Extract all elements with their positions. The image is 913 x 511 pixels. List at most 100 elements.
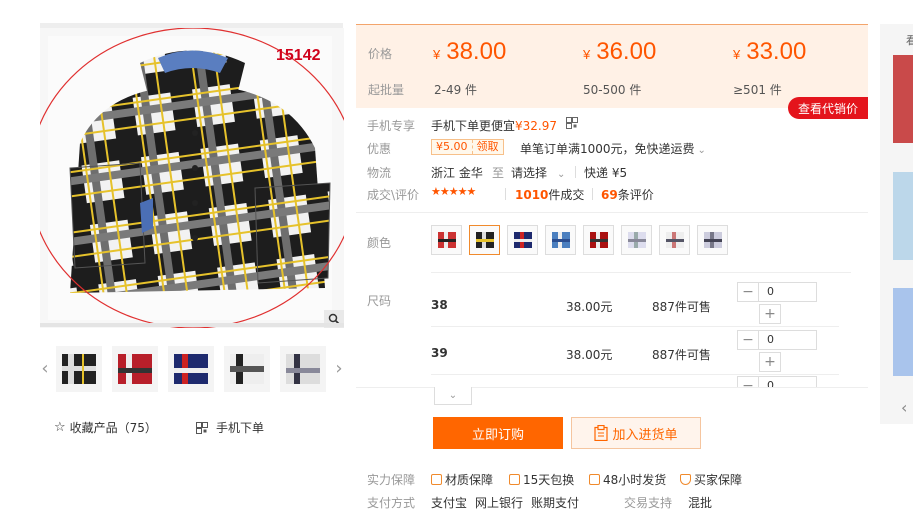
color-swatch-selected[interactable] xyxy=(469,225,500,255)
guarantee-label: 实力保障 xyxy=(367,473,416,487)
color-swatch[interactable] xyxy=(545,225,576,255)
chevron-down-icon: ⌄ xyxy=(697,145,706,156)
exchange-icon xyxy=(509,474,520,485)
size-stock: 887件可售 xyxy=(652,300,711,314)
express-fee: 快递 ¥5 xyxy=(584,166,628,180)
decrement-button[interactable]: − xyxy=(737,330,759,350)
guarantee-buyer: 买家保障 xyxy=(680,471,742,488)
color-swatch[interactable] xyxy=(431,225,462,255)
order-now-button[interactable]: 立即订购 xyxy=(433,417,563,449)
ship-to-word: 至 xyxy=(492,166,505,180)
product-code: 15142 xyxy=(276,47,321,64)
mobile-order-label: 手机下单 xyxy=(216,421,265,435)
side-panel-title: 看 xyxy=(906,34,913,47)
add-to-cart-label: 加入进货单 xyxy=(612,427,678,443)
coupon-get-button[interactable]: 领取 xyxy=(471,140,503,154)
mobile-exclusive-text: 手机下单更便宜¥32.97 xyxy=(431,119,558,133)
tier-price-3: ¥33.00 xyxy=(733,38,807,65)
divider xyxy=(356,212,868,213)
related-product-thumb[interactable] xyxy=(893,288,913,376)
favorite-label: 收藏产品（75） xyxy=(69,421,157,435)
thumbnail-strip xyxy=(56,346,326,392)
promo-text[interactable]: 单笔订单满1000元，免快递运费 ⌄ xyxy=(520,140,706,157)
divider xyxy=(356,387,868,388)
tier-price-2: ¥36.00 xyxy=(583,38,657,65)
price-box: 价格 起批量 ¥38.00 2-49 件 ¥36.00 50-500 件 ¥33… xyxy=(356,24,868,108)
thumbnail-4[interactable] xyxy=(224,346,270,392)
payment-method: 账期支付 xyxy=(531,496,580,510)
size-row: 39 38.00元 887件可售 − 0 + xyxy=(431,330,851,378)
favorite-product-link[interactable]: ☆ 收藏产品（75） xyxy=(54,419,157,436)
decrement-button[interactable]: − xyxy=(737,376,759,387)
rating-stars: ★★★★★ xyxy=(431,185,476,198)
mobile-exclusive-label: 手机专享 xyxy=(367,119,416,133)
size-stock: 887件可售 xyxy=(652,348,711,362)
material-icon xyxy=(431,474,442,485)
color-swatch[interactable] xyxy=(621,225,652,255)
review-count[interactable]: 69条评价 xyxy=(601,186,654,203)
qr-code-icon xyxy=(196,421,208,434)
thumbnail-5[interactable] xyxy=(280,346,326,392)
qr-code-icon[interactable] xyxy=(566,117,578,129)
divider xyxy=(431,272,851,273)
color-swatch[interactable] xyxy=(697,225,728,255)
quantity-stepper-partial: − 0 xyxy=(737,376,819,387)
side-prev-icon[interactable]: ‹ xyxy=(901,398,907,417)
gallery-bottom-bar xyxy=(40,323,344,327)
payment-label: 支付方式 xyxy=(367,496,416,510)
size-price: 38.00元 xyxy=(566,348,613,362)
quantity-input[interactable]: 0 xyxy=(759,330,817,350)
tier-qty-1: 2-49 件 xyxy=(434,83,478,97)
size-name: 39 xyxy=(431,346,448,360)
add-to-cart-button[interactable]: 加入进货单 xyxy=(571,417,701,449)
trade-support-value: 混批 xyxy=(688,496,713,510)
divider xyxy=(575,166,576,178)
color-swatch[interactable] xyxy=(583,225,614,255)
divider xyxy=(505,188,506,200)
color-label: 颜色 xyxy=(367,236,392,250)
clipboard-icon xyxy=(594,425,609,441)
thumb-prev-icon[interactable]: ‹ xyxy=(38,356,52,380)
related-product-thumb[interactable] xyxy=(893,55,913,143)
guarantee-material: 材质保障 xyxy=(431,471,493,488)
price-label: 价格 xyxy=(368,47,393,61)
payment-method: 支付宝 xyxy=(431,496,468,510)
guarantee-shipping: 48小时发货 xyxy=(589,471,666,488)
plaid-shirt-image xyxy=(40,28,344,328)
divider xyxy=(592,188,593,200)
thumbnail-3[interactable] xyxy=(168,346,214,392)
tier-qty-3: ≥501 件 xyxy=(733,83,782,97)
shield-icon xyxy=(680,474,691,485)
thumb-next-icon[interactable]: › xyxy=(332,356,346,380)
promo-label: 优惠 xyxy=(367,142,392,156)
size-row: 38 38.00元 887件可售 − 0 + xyxy=(431,282,851,330)
related-product-thumb[interactable] xyxy=(893,172,913,260)
color-swatch[interactable] xyxy=(507,225,538,255)
thumbnail-1[interactable] xyxy=(56,346,102,392)
quantity-input[interactable]: 0 xyxy=(759,282,817,302)
color-swatch[interactable] xyxy=(659,225,690,255)
batch-label: 起批量 xyxy=(368,83,405,97)
chevron-down-icon: ⌄ xyxy=(448,390,458,401)
chevron-down-icon: ⌄ xyxy=(557,169,566,180)
size-label: 尺码 xyxy=(367,294,392,308)
quantity-input[interactable]: 0 xyxy=(759,376,817,387)
decrement-button[interactable]: − xyxy=(737,282,759,302)
shipping-label: 物流 xyxy=(367,166,392,180)
mobile-order-link[interactable]: 手机下单 xyxy=(196,419,264,436)
expand-sizes-toggle[interactable]: ⌄ xyxy=(434,387,472,405)
deal-count[interactable]: 1010件成交 xyxy=(515,186,584,203)
payment-method: 网上银行 xyxy=(475,496,524,510)
divider xyxy=(431,374,839,375)
main-product-image[interactable]: 15142 xyxy=(40,28,344,328)
increment-button[interactable]: + xyxy=(759,304,781,324)
thumbnail-2[interactable] xyxy=(112,346,158,392)
agent-price-button[interactable]: 查看代销价 xyxy=(788,97,868,119)
increment-button[interactable]: + xyxy=(759,352,781,372)
coupon-badge[interactable]: ¥5.00 领取 xyxy=(431,139,504,155)
ship-from: 浙江 金华 xyxy=(431,166,483,180)
star-outline-icon: ☆ xyxy=(54,420,66,435)
ship-destination-select[interactable]: 请选择 ⌄ xyxy=(511,164,565,181)
size-price: 38.00元 xyxy=(566,300,613,314)
shipping-time-icon xyxy=(589,474,600,485)
